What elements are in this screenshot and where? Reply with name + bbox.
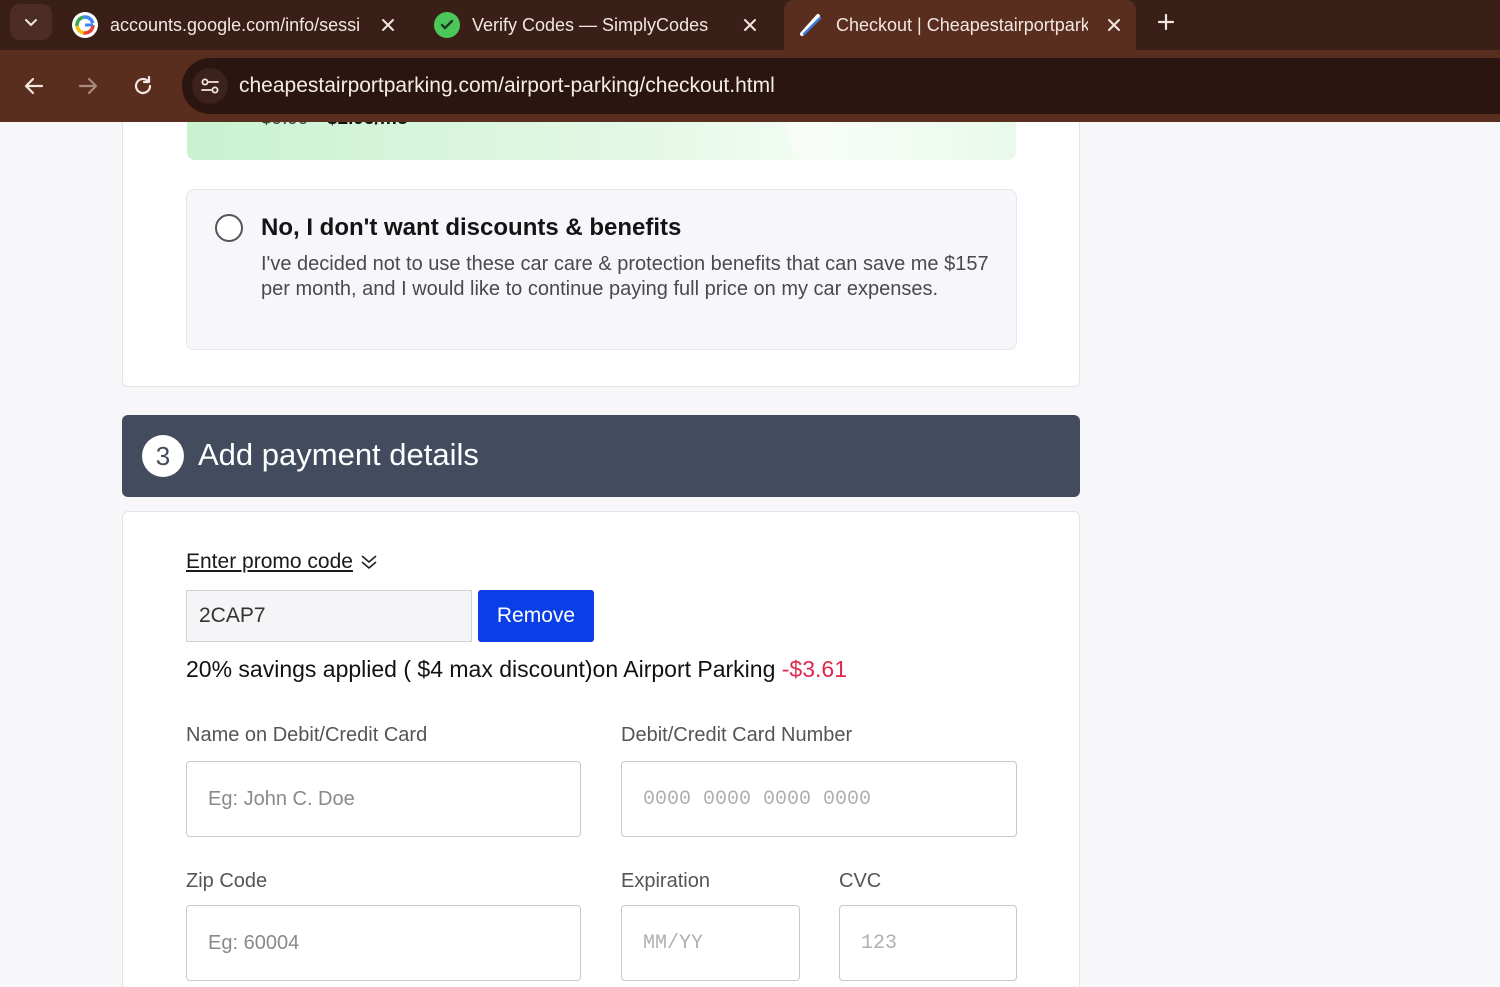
payment-section-header: 3 Add payment details bbox=[122, 415, 1080, 497]
savings-message: 20% savings applied ( $4 max discount)on… bbox=[186, 656, 847, 683]
expiration-label: Expiration bbox=[621, 870, 710, 892]
checkout-page: $9.99 $2.95/mo No, I don't want discount… bbox=[0, 122, 1500, 987]
section-title: Add payment details bbox=[198, 437, 479, 472]
payment-card: Enter promo code Remove 20% savings appl… bbox=[122, 511, 1080, 987]
double-chevron-down-icon bbox=[359, 552, 379, 572]
plus-icon bbox=[1157, 13, 1175, 31]
arrow-left-icon bbox=[24, 77, 44, 95]
tab-checkout[interactable]: Checkout | Cheapestairportpark bbox=[784, 0, 1136, 50]
tab-simplycodes[interactable]: Verify Codes — SimplyCodes bbox=[420, 4, 772, 46]
decline-radio[interactable] bbox=[215, 214, 243, 242]
savings-amount: -$3.61 bbox=[781, 656, 847, 682]
back-button[interactable] bbox=[16, 68, 52, 104]
savings-text: 20% savings applied ( $4 max discount)on… bbox=[186, 656, 782, 682]
close-icon[interactable] bbox=[378, 15, 398, 35]
forward-button[interactable] bbox=[70, 68, 106, 104]
card-name-input[interactable] bbox=[186, 761, 581, 837]
simplycodes-icon bbox=[434, 12, 460, 38]
tab-title: Verify Codes — SimplyCodes bbox=[472, 14, 709, 35]
decline-discounts-option[interactable]: No, I don't want discounts & benefits I'… bbox=[186, 189, 1017, 350]
cvc-label: CVC bbox=[839, 870, 882, 892]
address-bar[interactable]: cheapestairportparking.com/airport-parki… bbox=[182, 58, 1500, 114]
cvc-input[interactable] bbox=[839, 905, 1017, 981]
cheapestairportparking-icon bbox=[798, 12, 824, 38]
zip-code-label: Zip Code bbox=[186, 870, 268, 892]
tab-google-accounts[interactable]: accounts.google.com/info/sessi bbox=[58, 4, 410, 46]
close-icon[interactable] bbox=[740, 15, 760, 35]
reload-button[interactable] bbox=[125, 68, 161, 104]
card-number-label: Debit/Credit Card Number bbox=[621, 724, 853, 746]
tune-icon bbox=[201, 78, 219, 94]
promo-code-input[interactable] bbox=[186, 590, 472, 642]
promo-code-toggle[interactable]: Enter promo code bbox=[186, 550, 379, 574]
expiration-input[interactable] bbox=[621, 905, 800, 981]
card-number-input[interactable] bbox=[621, 761, 1017, 837]
close-icon[interactable] bbox=[1104, 15, 1124, 35]
browser-toolbar: cheapestairportparking.com/airport-parki… bbox=[0, 50, 1500, 122]
google-icon bbox=[72, 12, 98, 38]
old-price: $9.99 bbox=[261, 122, 309, 130]
remove-promo-button[interactable]: Remove bbox=[478, 590, 594, 642]
card-name-label: Name on Debit/Credit Card bbox=[186, 724, 428, 746]
discount-price: $2.95/mo bbox=[327, 122, 408, 130]
zip-code-input[interactable] bbox=[186, 905, 581, 981]
decline-option-title: No, I don't want discounts & benefits bbox=[261, 214, 682, 241]
step-number: 3 bbox=[142, 435, 184, 477]
url-text: cheapestairportparking.com/airport-parki… bbox=[239, 74, 775, 97]
decline-option-description: I've decided not to use these car care &… bbox=[261, 253, 989, 300]
browser-tab-bar: accounts.google.com/info/sessi Verify Co… bbox=[0, 0, 1500, 50]
promo-code-toggle-label: Enter promo code bbox=[186, 550, 353, 573]
discount-offer-banner: $9.99 $2.95/mo bbox=[187, 122, 1016, 160]
new-tab-button[interactable] bbox=[1150, 6, 1182, 38]
tab-search-button[interactable] bbox=[10, 4, 52, 40]
arrow-right-icon bbox=[78, 77, 98, 95]
tab-title: Checkout | Cheapestairportpark bbox=[836, 14, 1088, 35]
site-info-button[interactable] bbox=[192, 68, 228, 104]
reload-icon bbox=[134, 75, 152, 95]
chevron-down-icon bbox=[25, 19, 37, 26]
tab-title: accounts.google.com/info/sessi bbox=[110, 14, 361, 35]
discounts-card: $9.99 $2.95/mo No, I don't want discount… bbox=[122, 122, 1080, 387]
